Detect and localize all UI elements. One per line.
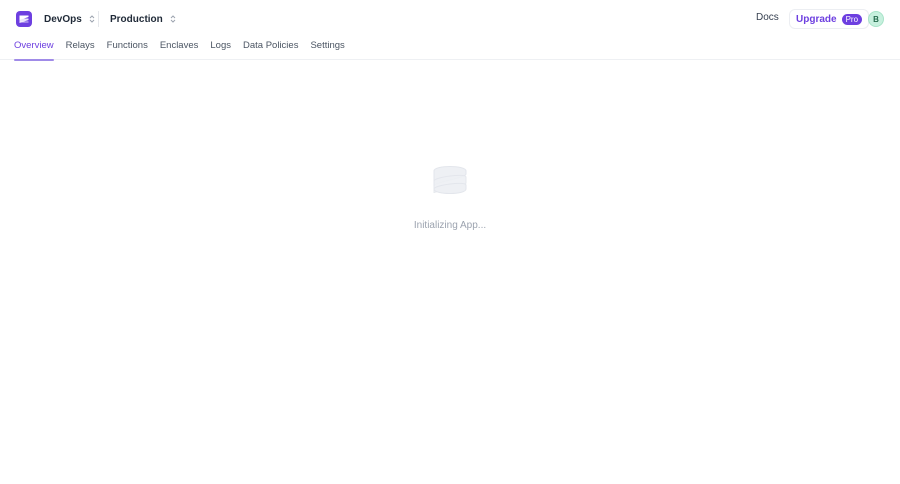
tab-data-policies[interactable]: Data Policies <box>243 38 298 60</box>
loading-message: Initializing App... <box>413 220 487 231</box>
tab-enclaves[interactable]: Enclaves <box>160 38 199 60</box>
chevron-up-down-icon <box>89 15 95 23</box>
docs-link[interactable]: Docs <box>756 12 779 23</box>
chevron-up-down-icon <box>170 15 176 23</box>
top-bar: DevOps Production Docs Upgrade Pro B <box>0 0 900 38</box>
tab-functions[interactable]: Functions <box>107 38 148 60</box>
app-logo-icon <box>433 166 467 194</box>
org-switcher[interactable]: DevOps <box>44 10 95 28</box>
tab-settings[interactable]: Settings <box>310 38 344 60</box>
tab-relays[interactable]: Relays <box>66 38 95 60</box>
app-header: DevOps Production Docs Upgrade Pro B Ove… <box>0 0 900 61</box>
upgrade-label: Upgrade <box>796 13 837 25</box>
tab-logs[interactable]: Logs <box>210 38 231 60</box>
tab-overview[interactable]: Overview <box>14 38 54 61</box>
pro-badge: Pro <box>841 13 863 25</box>
environment-name: Production <box>110 13 163 25</box>
loading-state: Initializing App... <box>0 160 900 231</box>
user-avatar[interactable]: B <box>868 11 884 27</box>
environment-switcher[interactable]: Production <box>110 10 176 28</box>
upgrade-button[interactable]: Upgrade Pro <box>789 9 870 29</box>
main-tabs: Overview Relays Functions Enclaves Logs … <box>14 38 357 61</box>
header-divider <box>98 11 99 27</box>
app-logo-icon[interactable] <box>15 10 33 28</box>
org-name: DevOps <box>44 13 82 25</box>
